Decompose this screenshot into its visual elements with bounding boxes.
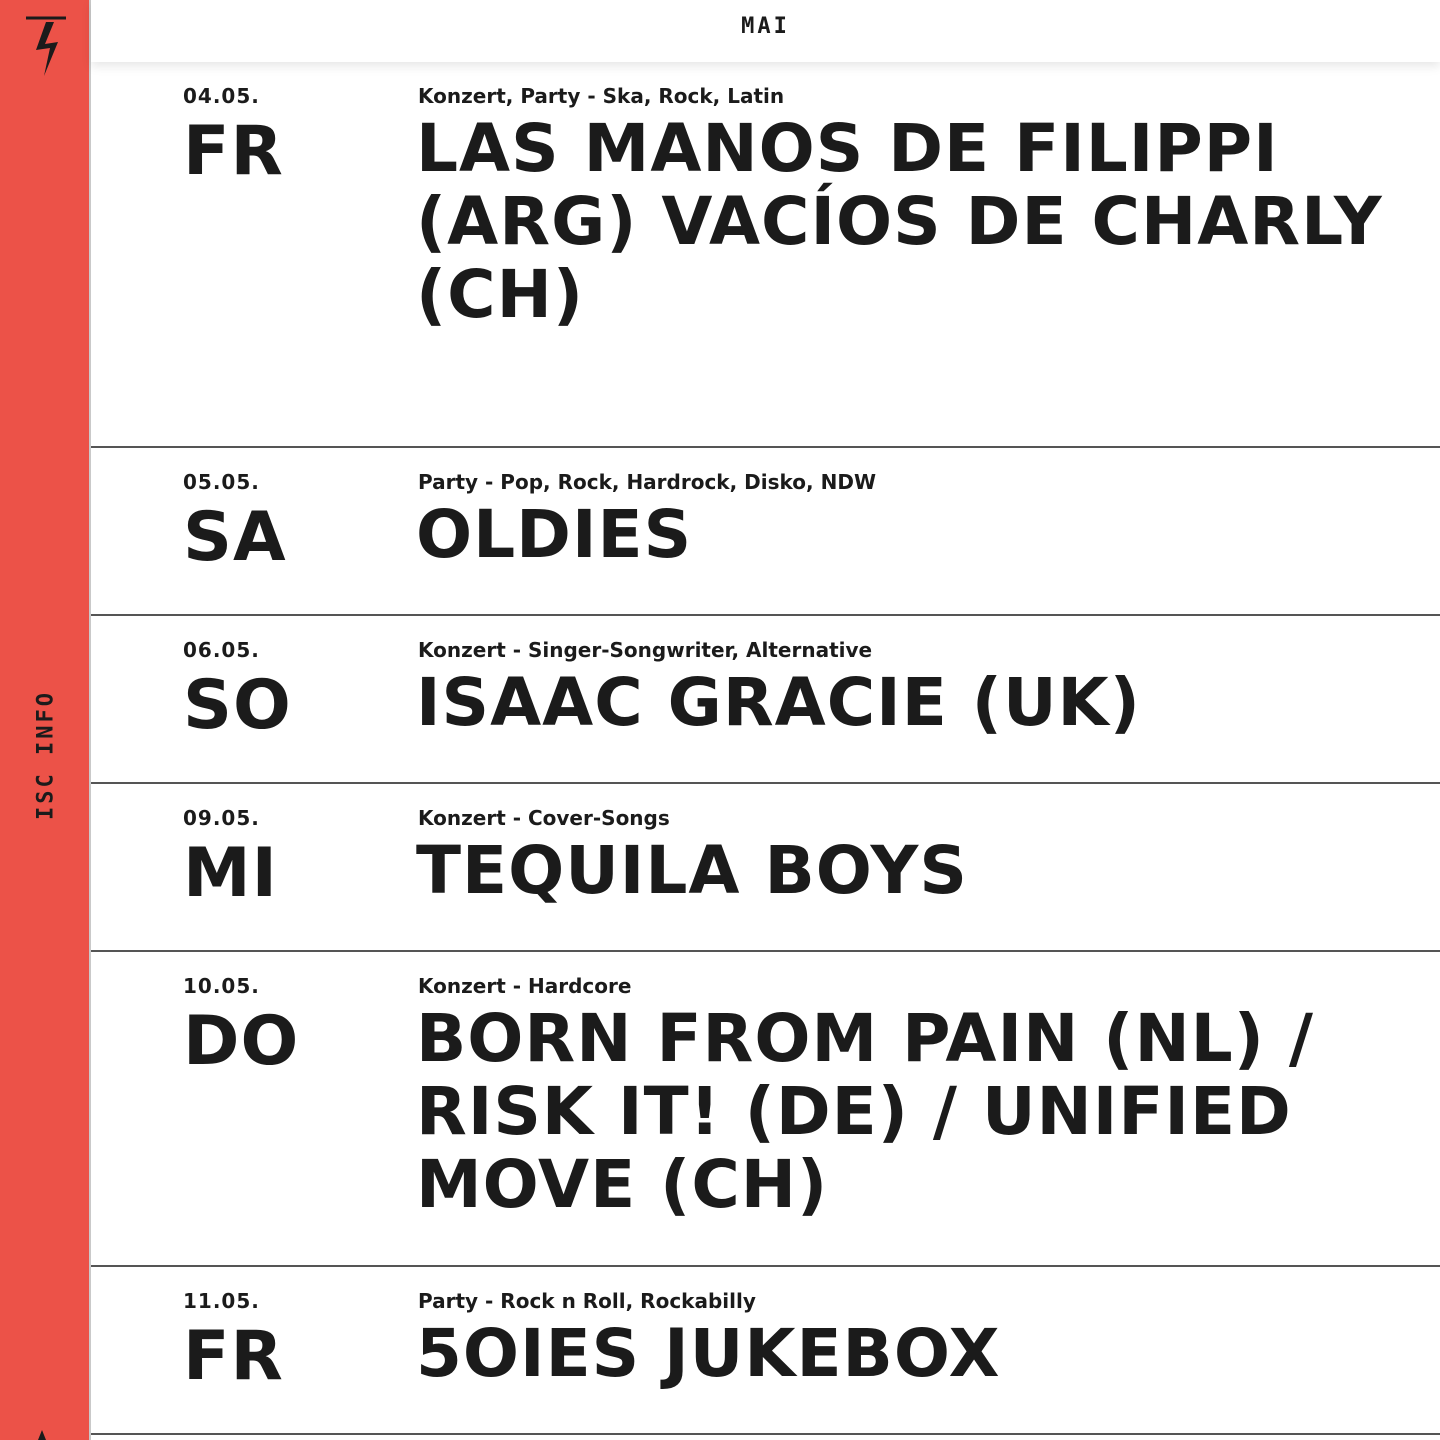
event-date: 04.05. (183, 84, 260, 108)
event-row[interactable]: 06.05. SO Konzert - Singer-Songwriter, A… (91, 616, 1440, 784)
event-genre: Konzert - Cover-Songs (418, 806, 670, 830)
event-row[interactable]: 05.05. SA Party - Pop, Rock, Hardrock, D… (91, 448, 1440, 616)
event-genre: Party - Rock n Roll, Rockabilly (418, 1289, 756, 1313)
event-title[interactable]: BORN FROM PAIN (NL) / RISK IT! (DE) / UN… (416, 1002, 1416, 1221)
event-weekday: SO (183, 666, 292, 745)
event-date: 09.05. (183, 806, 260, 830)
event-date: 05.05. (183, 470, 260, 494)
month-header: MAI (91, 0, 1440, 62)
event-title[interactable]: OLDIES (416, 498, 1416, 571)
sidebar: ISC INFO (0, 0, 91, 1440)
sidebar-label[interactable]: ISC INFO (34, 690, 59, 820)
event-title[interactable]: 5OIES JUKEBOX (416, 1317, 1416, 1390)
event-row[interactable]: 11.05. FR Party - Rock n Roll, Rockabill… (91, 1267, 1440, 1435)
event-date: 06.05. (183, 638, 260, 662)
event-genre: Konzert - Singer-Songwriter, Alternative (418, 638, 873, 662)
event-title[interactable]: ISAAC GRACIE (UK) (416, 666, 1416, 739)
event-genre: Party - Pop, Rock, Hardrock, Disko, NDW (418, 470, 876, 494)
event-row[interactable]: 10.05. DO Konzert - Hardcore BORN FROM P… (91, 952, 1440, 1267)
event-title[interactable]: TEQUILA BOYS (416, 834, 1416, 907)
event-date: 10.05. (183, 974, 260, 998)
event-row[interactable]: 09.05. MI Konzert - Cover-Songs TEQUILA … (91, 784, 1440, 952)
event-weekday: FR (183, 1317, 284, 1396)
event-genre: Konzert - Hardcore (418, 974, 632, 998)
lightning-logo-icon[interactable] (24, 12, 70, 82)
event-row[interactable]: 04.05. FR Konzert, Party - Ska, Rock, La… (91, 62, 1440, 448)
event-date: 11.05. (183, 1289, 260, 1313)
event-weekday: FR (183, 112, 284, 191)
event-weekday: SA (183, 498, 287, 577)
event-title[interactable]: LAS MANOS DE FILIPPI (ARG) VACÍOS DE CHA… (416, 112, 1416, 331)
event-list: 04.05. FR Konzert, Party - Ska, Rock, La… (91, 62, 1440, 1435)
event-genre: Konzert, Party - Ska, Rock, Latin (418, 84, 785, 108)
event-weekday: DO (183, 1002, 300, 1081)
month-label: MAI (741, 14, 790, 39)
event-weekday: MI (183, 834, 278, 913)
lightning-logo-icon-bottom (30, 1424, 60, 1440)
